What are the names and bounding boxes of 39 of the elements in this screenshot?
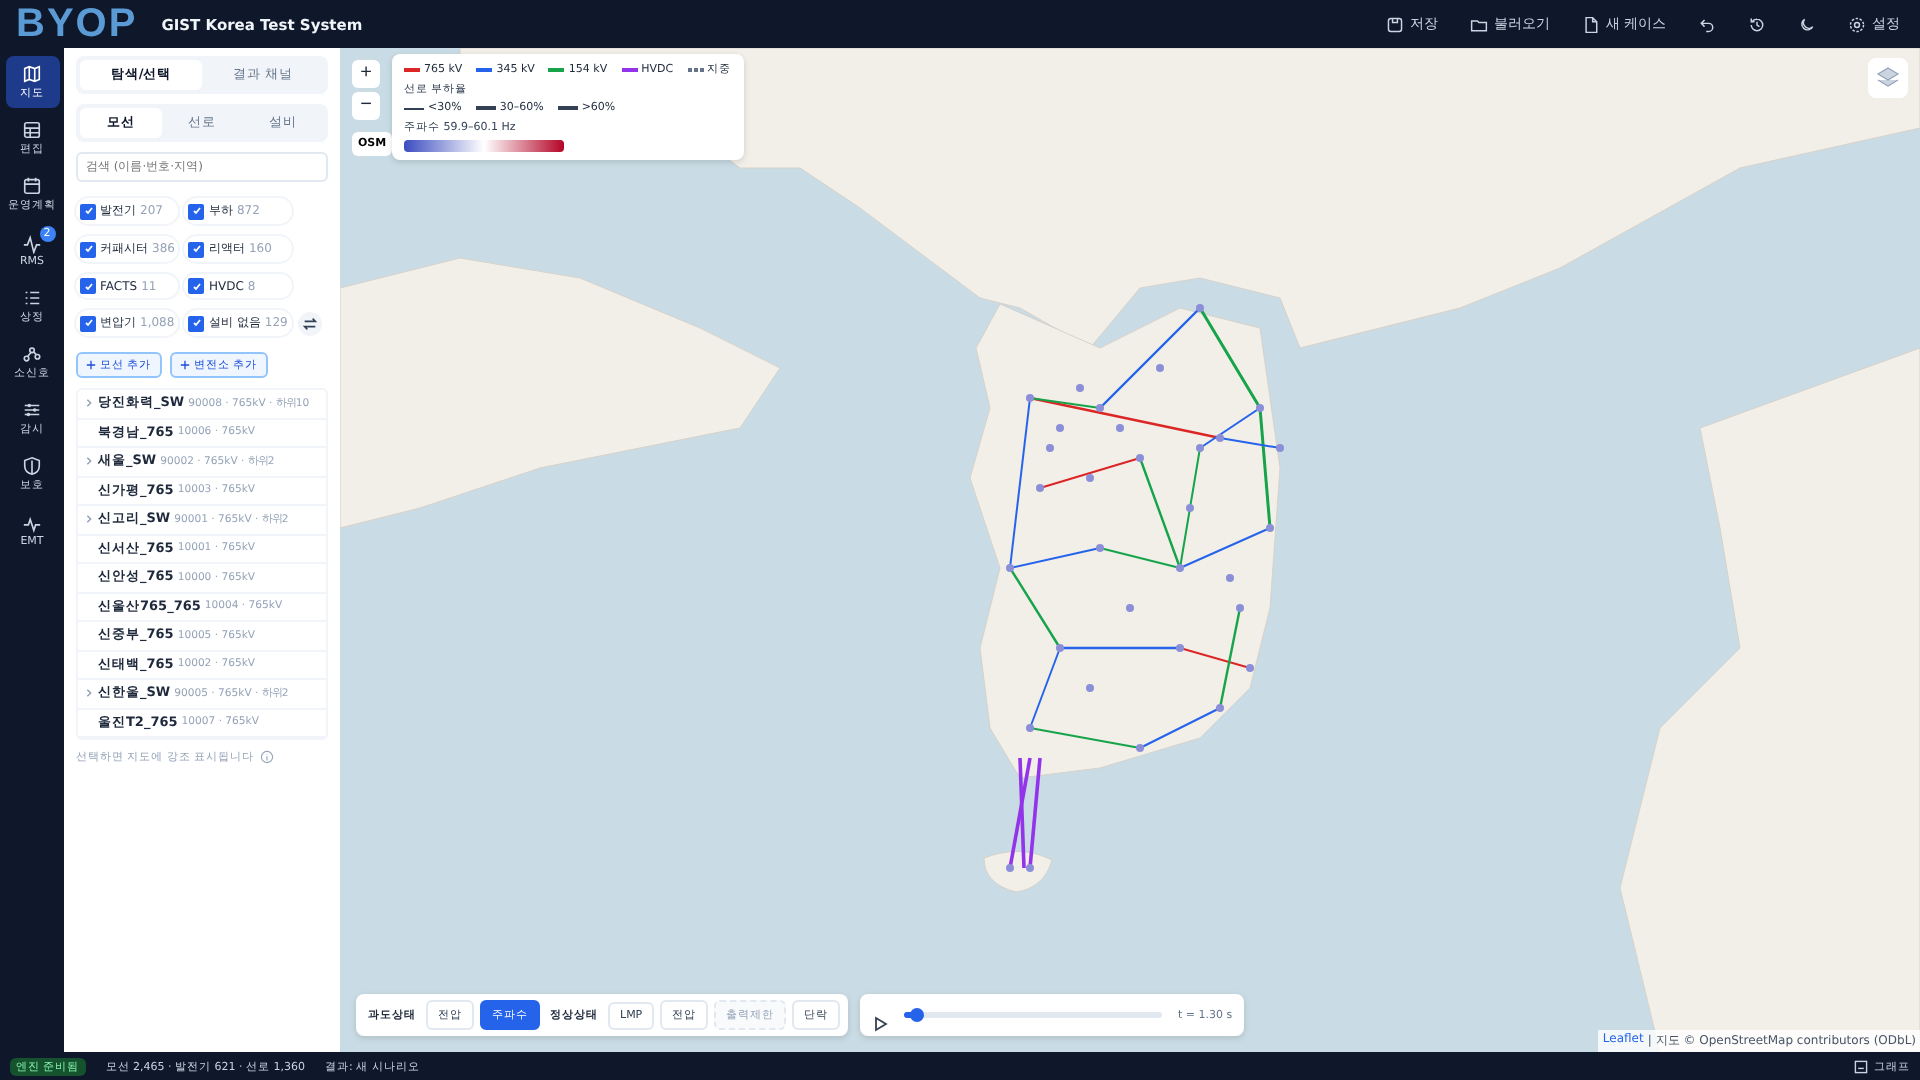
pulse-icon	[22, 513, 42, 533]
sliders-icon	[22, 400, 42, 420]
undo-icon	[1698, 15, 1716, 33]
moon-icon	[1798, 15, 1816, 33]
app-logo: BYOP	[16, 1, 138, 47]
save-icon	[1385, 15, 1404, 33]
checkbox[interactable]	[188, 203, 205, 219]
map-icon	[22, 64, 42, 84]
plus-icon	[86, 360, 96, 370]
waveform-icon	[22, 233, 42, 253]
checkbox[interactable]	[188, 241, 205, 257]
graph-icon	[1854, 1059, 1868, 1073]
line-swatch	[475, 106, 496, 110]
calendar-icon	[22, 176, 42, 196]
swap-icon	[301, 315, 318, 331]
checkbox[interactable]	[80, 315, 96, 331]
folder-icon	[1469, 15, 1488, 33]
nodes-icon	[22, 344, 42, 364]
checkbox[interactable]	[80, 278, 96, 294]
document-icon	[1581, 15, 1600, 33]
checkbox[interactable]	[188, 278, 205, 294]
line-swatch	[404, 107, 424, 109]
swap-button[interactable]	[297, 311, 322, 335]
zoom-in-button[interactable]: +	[352, 60, 380, 88]
checkbox[interactable]	[188, 315, 205, 331]
settings-icon	[1848, 15, 1866, 33]
slider-thumb[interactable]	[910, 1008, 925, 1022]
history-icon	[1748, 15, 1766, 33]
list-icon	[22, 288, 42, 308]
grid-icon	[22, 120, 42, 140]
plus-icon	[179, 360, 190, 370]
checkbox[interactable]	[80, 203, 96, 219]
play-icon	[872, 1015, 889, 1031]
zoom-out-button[interactable]: −	[352, 92, 380, 120]
checkbox[interactable]	[80, 241, 96, 257]
info-icon	[260, 750, 275, 764]
layers-icon	[1876, 66, 1900, 90]
shield-icon	[22, 456, 42, 476]
line-swatch	[557, 105, 578, 111]
